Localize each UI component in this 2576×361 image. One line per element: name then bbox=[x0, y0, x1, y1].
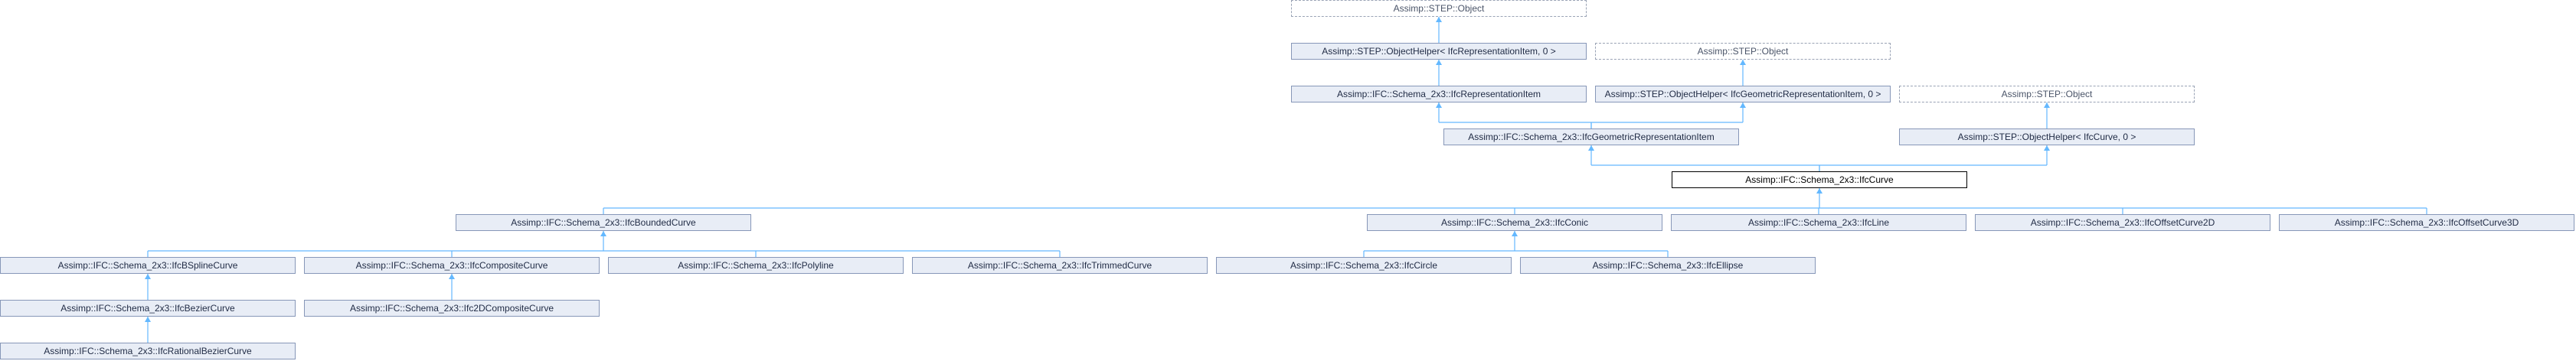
inheritance-arrowhead bbox=[1740, 60, 1746, 65]
inheritance-arrowhead bbox=[1588, 145, 1594, 151]
node-ifc-beziercurve[interactable]: Assimp::IFC::Schema_2x3::IfcBezierCurve bbox=[0, 300, 296, 317]
inheritance-arrowhead bbox=[145, 317, 151, 322]
inheritance-arrowhead bbox=[2044, 102, 2050, 108]
inheritance-diagram: Assimp::STEP::Object Assimp::STEP::Objec… bbox=[0, 0, 2576, 361]
node-objecthelper-representationitem[interactable]: Assimp::STEP::ObjectHelper< IfcRepresent… bbox=[1291, 43, 1587, 60]
inheritance-arrowhead bbox=[1436, 17, 1442, 22]
inheritance-arrowhead bbox=[145, 274, 151, 279]
node-ifc-curve[interactable]: Assimp::IFC::Schema_2x3::IfcCurve bbox=[1672, 171, 1967, 188]
node-step-object-1[interactable]: Assimp::STEP::Object bbox=[1291, 0, 1587, 17]
inheritance-arrowhead bbox=[1816, 188, 1822, 194]
node-ifc-ellipse[interactable]: Assimp::IFC::Schema_2x3::IfcEllipse bbox=[1520, 257, 1816, 274]
node-step-object-3[interactable]: Assimp::STEP::Object bbox=[1899, 86, 2195, 102]
node-ifc-compositecurve[interactable]: Assimp::IFC::Schema_2x3::IfcCompositeCur… bbox=[304, 257, 600, 274]
node-objecthelper-ifccurve[interactable]: Assimp::STEP::ObjectHelper< IfcCurve, 0 … bbox=[1899, 128, 2195, 145]
node-ifc-conic[interactable]: Assimp::IFC::Schema_2x3::IfcConic bbox=[1367, 214, 1662, 231]
node-ifc-trimmedcurve[interactable]: Assimp::IFC::Schema_2x3::IfcTrimmedCurve bbox=[912, 257, 1208, 274]
node-ifc-offsetcurve2d[interactable]: Assimp::IFC::Schema_2x3::IfcOffsetCurve2… bbox=[1975, 214, 2270, 231]
node-ifc-rationalbeziercurve[interactable]: Assimp::IFC::Schema_2x3::IfcRationalBezi… bbox=[0, 343, 296, 359]
node-ifc-offsetcurve3d[interactable]: Assimp::IFC::Schema_2x3::IfcOffsetCurve3… bbox=[2279, 214, 2574, 231]
node-ifc-line[interactable]: Assimp::IFC::Schema_2x3::IfcLine bbox=[1671, 214, 1966, 231]
node-ifc-circle[interactable]: Assimp::IFC::Schema_2x3::IfcCircle bbox=[1216, 257, 1512, 274]
inheritance-arrowhead bbox=[449, 274, 455, 279]
node-ifc-2dcompositecurve[interactable]: Assimp::IFC::Schema_2x3::Ifc2DCompositeC… bbox=[304, 300, 600, 317]
inheritance-arrowhead bbox=[2044, 145, 2050, 151]
node-ifc-representationitem[interactable]: Assimp::IFC::Schema_2x3::IfcRepresentati… bbox=[1291, 86, 1587, 102]
node-step-object-2[interactable]: Assimp::STEP::Object bbox=[1595, 43, 1891, 60]
inheritance-arrowhead bbox=[1512, 231, 1518, 236]
inheritance-arrowhead bbox=[1436, 102, 1442, 108]
node-ifc-bsplinecurve[interactable]: Assimp::IFC::Schema_2x3::IfcBSplineCurve bbox=[0, 257, 296, 274]
node-ifc-geometricrepresentationitem[interactable]: Assimp::IFC::Schema_2x3::IfcGeometricRep… bbox=[1443, 128, 1739, 145]
inheritance-arrowhead bbox=[1740, 102, 1746, 108]
inheritance-arrowhead bbox=[600, 231, 606, 236]
inheritance-arrowhead bbox=[1436, 60, 1442, 65]
node-ifc-polyline[interactable]: Assimp::IFC::Schema_2x3::IfcPolyline bbox=[608, 257, 904, 274]
node-ifc-boundedcurve[interactable]: Assimp::IFC::Schema_2x3::IfcBoundedCurve bbox=[456, 214, 751, 231]
node-objecthelper-geometricrepresentationitem[interactable]: Assimp::STEP::ObjectHelper< IfcGeometric… bbox=[1595, 86, 1891, 102]
